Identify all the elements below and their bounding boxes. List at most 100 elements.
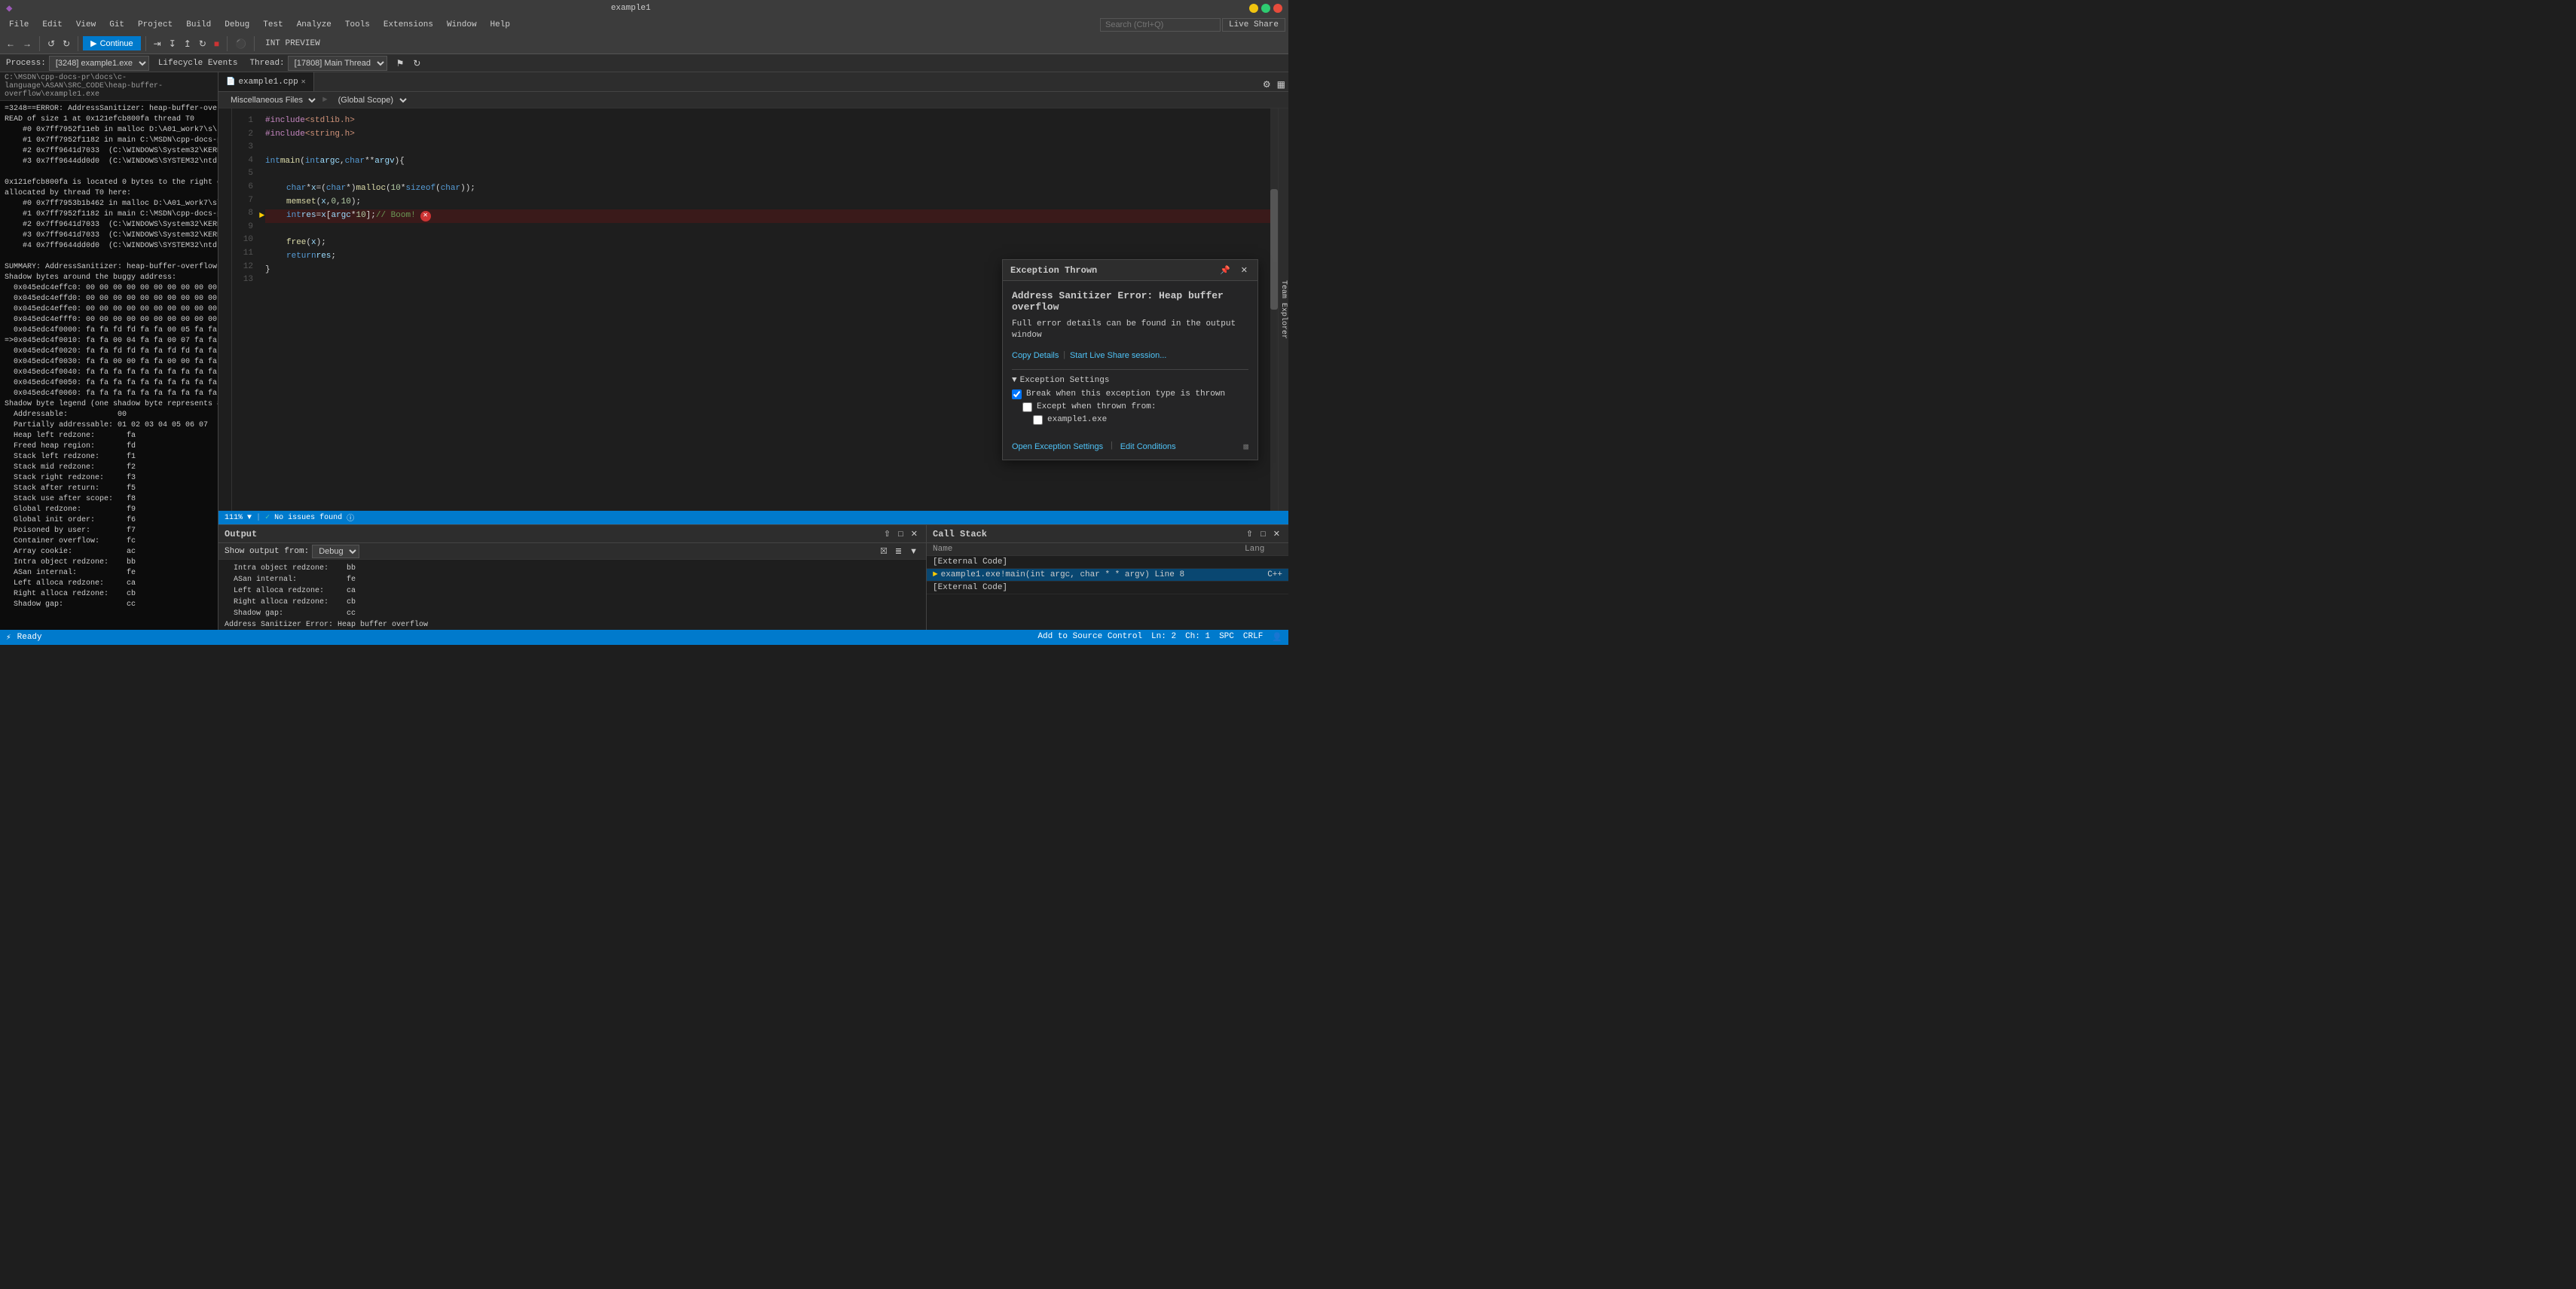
lifecycle-label: Lifecycle Events bbox=[158, 59, 238, 68]
breakpoints-btn[interactable]: ⚫ bbox=[232, 37, 249, 50]
restart-btn[interactable]: ↻ bbox=[196, 37, 209, 50]
exception-pin-btn[interactable]: 📌 bbox=[1218, 264, 1233, 276]
terminal-path: C:\MSDN\cpp-docs-pr\docs\c-language\ASAN… bbox=[5, 74, 163, 99]
menu-window[interactable]: Window bbox=[441, 19, 483, 31]
callstack-column-headers: Name Lang bbox=[927, 543, 1288, 556]
code-line-6: char *x = (char*)malloc(10 * sizeof(char… bbox=[265, 182, 1270, 196]
minimize-button[interactable] bbox=[1249, 4, 1258, 13]
output-lock-scroll-btn[interactable]: ▼ bbox=[907, 546, 920, 557]
checkbox-row-3: example1.exe bbox=[1012, 415, 1248, 425]
editor-split-btn[interactable]: ▦ bbox=[1274, 78, 1288, 91]
output-panel: Output ⇧ □ ✕ Show output from: Debug ☒ ≣ bbox=[218, 525, 927, 645]
stop-btn[interactable]: ■ bbox=[211, 37, 222, 50]
menu-analyze[interactable]: Analyze bbox=[291, 19, 338, 31]
menu-git[interactable]: Git bbox=[103, 19, 130, 31]
output-clear-btn[interactable]: ☒ bbox=[878, 545, 890, 557]
step-out-btn[interactable]: ↥ bbox=[181, 37, 194, 50]
continue-button[interactable]: ▶ Continue bbox=[83, 36, 141, 50]
zoom-dropdown[interactable]: ▼ bbox=[247, 514, 252, 522]
breadcrumb-files-select[interactable]: Miscellaneous Files bbox=[225, 95, 318, 105]
footer-spacer bbox=[1182, 441, 1238, 452]
menu-build[interactable]: Build bbox=[180, 19, 217, 31]
code-line-5 bbox=[265, 169, 1270, 182]
code-line-10: free(x); bbox=[265, 237, 1270, 250]
menu-help[interactable]: Help bbox=[484, 19, 516, 31]
step-into-btn[interactable]: ↧ bbox=[166, 37, 179, 50]
step-over-btn[interactable]: ⇥ bbox=[151, 37, 164, 50]
callstack-row-1[interactable]: ► example1.exe!main(int argc, char * * a… bbox=[927, 569, 1288, 582]
exception-close-btn[interactable]: ✕ bbox=[1239, 264, 1250, 276]
process-label: Process: bbox=[6, 59, 46, 68]
search-input[interactable] bbox=[1100, 18, 1221, 32]
menu-debug[interactable]: Debug bbox=[218, 19, 255, 31]
menu-edit[interactable]: Edit bbox=[36, 19, 68, 31]
toolbar-undo-btn[interactable]: ↺ bbox=[44, 37, 58, 50]
start-live-share-btn[interactable]: Start Live Share session... bbox=[1070, 351, 1166, 360]
editor-scrollbar[interactable] bbox=[1270, 108, 1278, 511]
maximize-button[interactable] bbox=[1261, 4, 1270, 13]
menu-tools[interactable]: Tools bbox=[339, 19, 376, 31]
menu-file[interactable]: File bbox=[3, 19, 35, 31]
toolbar-back-btn[interactable]: ← bbox=[3, 37, 18, 50]
status-account-icon: 👤 bbox=[1272, 632, 1282, 643]
callstack-title: Call Stack bbox=[933, 529, 987, 539]
output-word-wrap-btn[interactable]: ≣ bbox=[893, 545, 904, 557]
bookmark-btn[interactable]: ⚑ bbox=[393, 57, 408, 70]
settings-title: Exception Settings bbox=[1020, 376, 1110, 385]
toolbar-forward-btn[interactable]: → bbox=[20, 37, 35, 50]
callstack-move-up-btn[interactable]: ⇧ bbox=[1244, 528, 1255, 539]
checkbox-example1-exe-label: example1.exe bbox=[1047, 415, 1107, 424]
tab-example1-cpp[interactable]: 📄 example1.cpp ✕ bbox=[218, 72, 314, 91]
cs-row2-name: [External Code] bbox=[933, 583, 1245, 592]
callstack-close-btn[interactable]: ✕ bbox=[1271, 528, 1282, 539]
close-button[interactable] bbox=[1273, 4, 1282, 13]
cs-row1-name: example1.exe!main(int argc, char * * arg… bbox=[941, 570, 1245, 579]
live-share-button[interactable]: Live Share bbox=[1222, 18, 1285, 32]
link-sep: | bbox=[1062, 351, 1067, 360]
checkbox-example1-exe[interactable] bbox=[1033, 415, 1043, 425]
process-bar: Process: [3248] example1.exe Lifecycle E… bbox=[0, 54, 1288, 72]
settings-header[interactable]: ▼ Exception Settings bbox=[1012, 376, 1248, 385]
current-line-arrow: ► bbox=[259, 209, 264, 223]
team-explorer-label: Team Explorer bbox=[1279, 280, 1288, 339]
code-line-2: #include <string.h> bbox=[265, 128, 1270, 142]
open-exception-settings-btn[interactable]: Open Exception Settings bbox=[1012, 441, 1103, 452]
toolbar-sep3 bbox=[145, 36, 146, 51]
thread-select[interactable]: [17808] Main Thread bbox=[288, 56, 387, 71]
add-source-control[interactable]: Add to Source Control bbox=[1037, 632, 1142, 643]
output-move-up-btn[interactable]: ⇧ bbox=[882, 528, 893, 539]
status-info-btn[interactable]: ⓘ bbox=[347, 512, 354, 524]
checkbox-break-when[interactable] bbox=[1012, 389, 1022, 399]
no-issues-label: No issues found bbox=[274, 514, 342, 522]
toolbar-sep1 bbox=[39, 36, 40, 51]
refresh-btn[interactable]: ↻ bbox=[410, 57, 423, 70]
menu-extensions[interactable]: Extensions bbox=[377, 19, 439, 31]
copy-details-btn[interactable]: Copy Details bbox=[1012, 351, 1059, 360]
checkbox-except-when[interactable] bbox=[1022, 402, 1032, 412]
menu-project[interactable]: Project bbox=[132, 19, 179, 31]
callstack-maximize-btn[interactable]: □ bbox=[1258, 528, 1268, 539]
code-line-4: int main(int argc, char **argv) { bbox=[265, 155, 1270, 169]
menu-test[interactable]: Test bbox=[257, 19, 289, 31]
output-source-select[interactable]: Debug bbox=[312, 545, 359, 558]
output-panel-controls: ⇧ □ ✕ bbox=[882, 528, 920, 539]
breadcrumb-scope-select[interactable]: (Global Scope) bbox=[332, 95, 409, 105]
menu-view[interactable]: View bbox=[70, 19, 102, 31]
editor-settings-btn[interactable]: ⚙ bbox=[1260, 78, 1274, 91]
terminal-content: =3248==ERROR: AddressSanitizer: heap-buf… bbox=[0, 101, 218, 645]
callstack-panel-controls: ⇧ □ ✕ bbox=[1244, 528, 1282, 539]
title-bar: ◆ example1 bbox=[0, 0, 1288, 17]
tab-close-btn[interactable]: ✕ bbox=[301, 78, 306, 87]
edit-conditions-btn[interactable]: Edit Conditions bbox=[1120, 441, 1176, 452]
callstack-row-0[interactable]: [External Code] bbox=[927, 556, 1288, 569]
output-maximize-btn[interactable]: □ bbox=[896, 528, 906, 539]
process-select[interactable]: [3248] example1.exe bbox=[49, 56, 149, 71]
callstack-row-2[interactable]: [External Code] bbox=[927, 582, 1288, 594]
code-line-8: ► int res = x[argc * 10]; // Boom! ✕ bbox=[265, 209, 1270, 223]
toolbar-redo-btn[interactable]: ↻ bbox=[60, 37, 73, 50]
status-ready: Ready bbox=[17, 633, 42, 642]
exception-title: Exception Thrown bbox=[1010, 265, 1097, 276]
toolbar: ← → ↺ ↻ ▶ Continue ⇥ ↧ ↥ ↻ ■ ⚫ INT PREVI… bbox=[0, 33, 1288, 54]
team-explorer-tab[interactable]: Team Explorer bbox=[1278, 108, 1288, 511]
output-close-btn[interactable]: ✕ bbox=[909, 528, 920, 539]
